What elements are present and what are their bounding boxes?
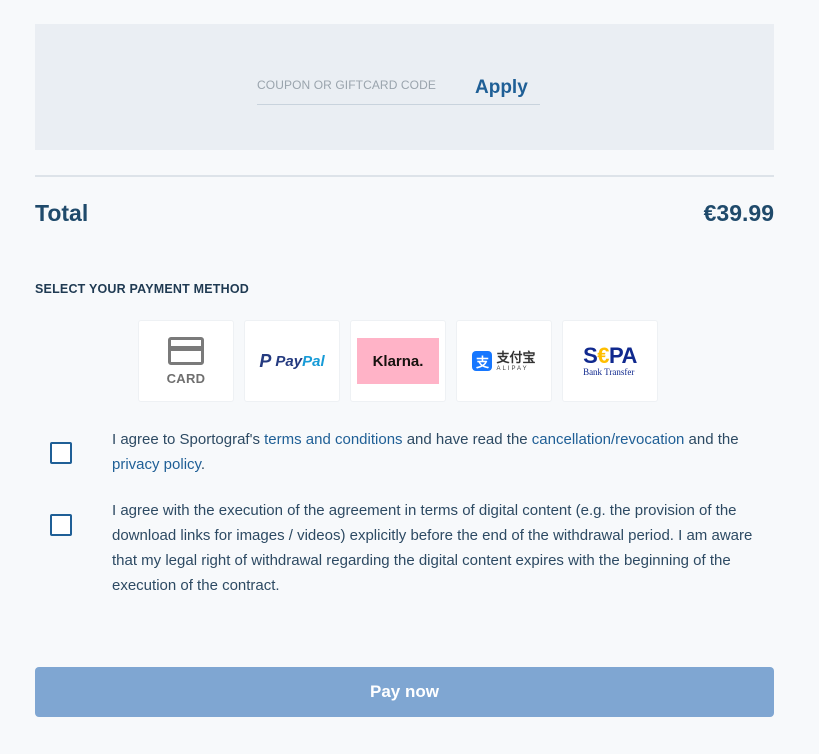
pay-now-button[interactable]: Pay now [35,667,774,717]
alipay-logo: 支 支付宝 ALIPAY [472,349,536,372]
payment-method-list: CARD P PayPal Klarna. 支 支付宝 ALIPAY S€PA [139,321,657,401]
checkout-page: Apply Total €39.99 SELECT YOUR PAYMENT M… [0,0,819,754]
terms-checkbox[interactable] [50,442,72,464]
paypal-icon: P [259,350,272,371]
payment-option-klarna[interactable]: Klarna. [351,321,445,401]
alipay-icon: 支 [472,351,493,371]
credit-card-icon [168,336,204,365]
paypal-wordmark: PayPal [275,352,325,370]
digital-content-checkbox[interactable] [50,514,72,536]
card-label: CARD [166,370,206,386]
paypal-logo: P PayPal [259,351,324,372]
coupon-section: Apply [35,24,774,150]
alipay-wordmark: 支付宝 ALIPAY [496,349,536,372]
apply-coupon-button[interactable]: Apply [475,77,528,99]
payment-option-sepa[interactable]: S€PA Bank Transfer [563,321,657,401]
klarna-logo: Klarna. [357,338,439,384]
cancellation-link[interactable]: cancellation/revocation [532,431,685,448]
payment-option-card[interactable]: CARD [139,321,233,401]
coupon-input[interactable] [257,74,457,96]
coupon-row: Apply [257,74,540,105]
payment-option-paypal[interactable]: P PayPal [245,321,339,401]
privacy-link[interactable]: privacy policy [112,456,201,473]
payment-option-alipay[interactable]: 支 支付宝 ALIPAY [457,321,551,401]
terms-agreement-text: I agree to Sportograf's terms and condit… [112,431,739,473]
total-amount: €39.99 [703,200,774,226]
payment-method-heading: SELECT YOUR PAYMENT METHOD [35,282,250,296]
divider [35,175,774,177]
sepa-logo: S€PA Bank Transfer [583,343,637,377]
digital-content-agreement-text: I agree with the execution of the agreem… [112,502,753,594]
total-label: Total [35,200,89,226]
terms-link[interactable]: terms and conditions [264,431,402,448]
